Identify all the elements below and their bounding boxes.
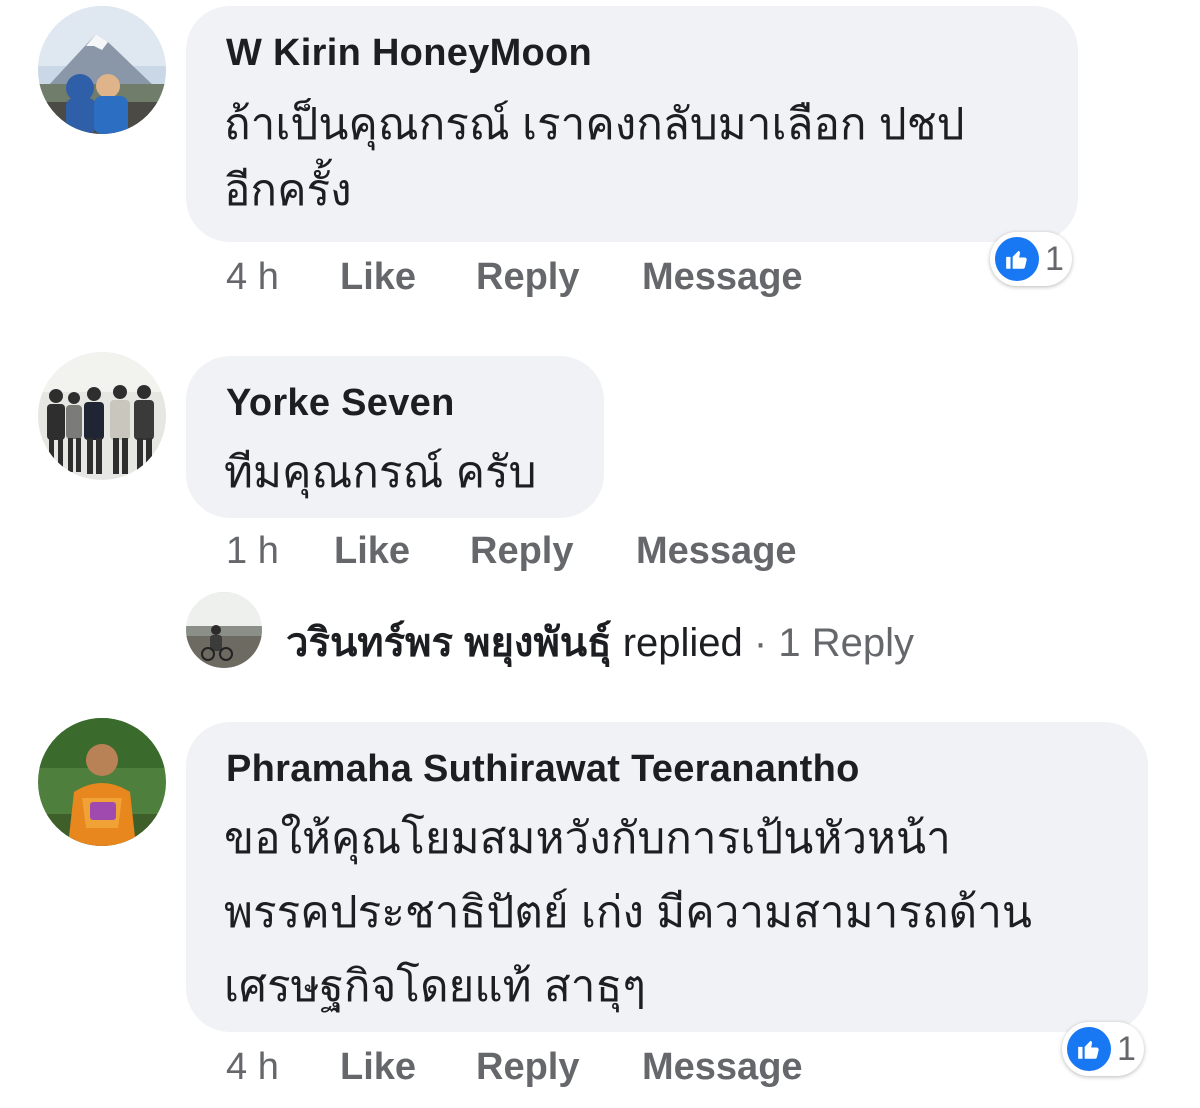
view-replies-link[interactable]: 1 Reply (778, 621, 914, 665)
avatar[interactable] (38, 718, 166, 846)
avatar-monk-photo (38, 718, 166, 846)
thumbs-up-icon (1067, 1027, 1111, 1071)
thumbs-up-icon (995, 237, 1039, 281)
like-button[interactable]: Like (340, 1046, 416, 1089)
avatar[interactable] (38, 6, 166, 134)
comment-author[interactable]: W Kirin HoneyMoon (226, 32, 592, 75)
comment-text-line: ทีมคุณกรณ์ ครับ (224, 448, 537, 497)
comment-timestamp[interactable]: 1 h (226, 530, 279, 573)
comment-text-line: อีกครั้ง (224, 166, 352, 215)
reaction-badge[interactable]: 1 (990, 232, 1072, 286)
reply-button[interactable]: Reply (476, 1046, 579, 1089)
avatar-group-photo (38, 352, 166, 480)
comment-text-line: ถ้าเป็นคุณกรณ์ เราคงกลับมาเลือก ปชป (224, 100, 965, 149)
comment-text-line: พรรคประชาธิปัตย์ เก่ง มีความสามารถด้าน (224, 888, 1032, 937)
avatar-landscape-photo (186, 592, 262, 668)
reaction-count: 1 (1117, 1029, 1136, 1068)
reply-button[interactable]: Reply (470, 530, 573, 573)
replied-label: replied (622, 621, 743, 665)
like-button[interactable]: Like (334, 530, 410, 573)
reaction-badge[interactable]: 1 (1062, 1022, 1144, 1076)
reply-summary[interactable]: วรินทร์พร พยุงพันธุ์ replied · 1 Reply (286, 610, 914, 674)
comment-text-line: ขอให้คุณโยมสมหวังกับการเป้นหัวหน้า (224, 814, 951, 863)
separator-dot: · (753, 621, 768, 665)
comment-author[interactable]: Yorke Seven (226, 382, 455, 425)
reaction-count: 1 (1045, 239, 1064, 278)
replier-avatar[interactable] (186, 592, 262, 668)
replier-name[interactable]: วรินทร์พร พยุงพันธุ์ (286, 621, 612, 665)
comment-text-line: เศรษฐกิจโดยแท้ สาธุๆ (224, 962, 646, 1011)
message-button[interactable]: Message (642, 256, 803, 299)
avatar[interactable] (38, 352, 166, 480)
message-button[interactable]: Message (636, 530, 797, 573)
avatar-mountain-photo (38, 6, 166, 134)
comment-timestamp[interactable]: 4 h (226, 256, 279, 299)
like-button[interactable]: Like (340, 256, 416, 299)
message-button[interactable]: Message (642, 1046, 803, 1089)
comment-timestamp[interactable]: 4 h (226, 1046, 279, 1089)
comment-author[interactable]: Phramaha Suthirawat Teeranantho (226, 748, 860, 791)
reply-button[interactable]: Reply (476, 256, 579, 299)
